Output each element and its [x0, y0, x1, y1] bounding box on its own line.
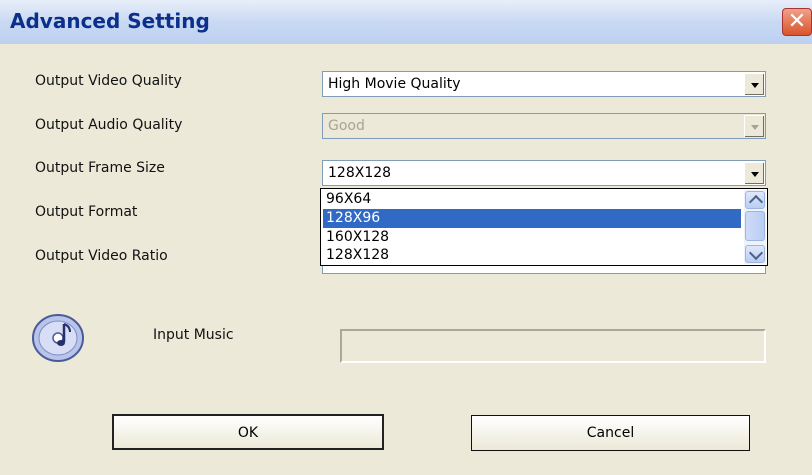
window-title: Advanced Setting: [10, 9, 210, 33]
format-label: Output Format: [35, 204, 138, 220]
close-icon[interactable]: ✕: [783, 9, 811, 35]
list-item[interactable]: 160X128: [323, 228, 741, 247]
list-item-selected[interactable]: 128X96: [323, 209, 741, 228]
list-item[interactable]: 96X64: [323, 190, 741, 209]
cancel-button[interactable]: Cancel: [471, 415, 750, 451]
video-ratio-label: Output Video Ratio: [35, 248, 168, 264]
title-bar: Advanced Setting ✕: [0, 0, 812, 44]
video-quality-select[interactable]: High Movie Quality: [322, 71, 766, 97]
ok-button[interactable]: OK: [112, 414, 384, 450]
chevron-up-icon: [748, 194, 764, 210]
frame-size-label: Output Frame Size: [35, 160, 165, 176]
frame-size-dropdown-list[interactable]: 96X64 128X96 160X128 128X128: [320, 188, 768, 266]
frame-size-value: 128X128: [328, 165, 392, 181]
video-quality-label: Output Video Quality: [35, 73, 182, 89]
close-button[interactable]: ✕: [782, 8, 812, 36]
scroll-thumb[interactable]: [745, 211, 765, 241]
scroll-up-button[interactable]: [745, 191, 765, 210]
audio-quality-label: Output Audio Quality: [35, 117, 183, 133]
dropdown-scrollbar[interactable]: [744, 190, 766, 264]
frame-size-select[interactable]: 128X128: [322, 160, 766, 186]
audio-quality-select: Good: [322, 113, 766, 139]
input-music-field[interactable]: [340, 329, 766, 363]
music-disc-icon: [32, 314, 84, 362]
input-music-label: Input Music: [153, 327, 234, 343]
chevron-down-icon[interactable]: [744, 73, 764, 95]
chevron-down-icon[interactable]: [744, 162, 764, 184]
advanced-setting-dialog: Advanced Setting ✕ Output Video Quality …: [0, 0, 812, 475]
scroll-down-button[interactable]: [745, 245, 765, 263]
chevron-down-icon: [744, 115, 764, 137]
video-quality-value: High Movie Quality: [328, 76, 461, 92]
chevron-down-icon: [748, 245, 764, 261]
audio-quality-value: Good: [328, 118, 365, 134]
list-item[interactable]: 128X128: [323, 246, 741, 265]
